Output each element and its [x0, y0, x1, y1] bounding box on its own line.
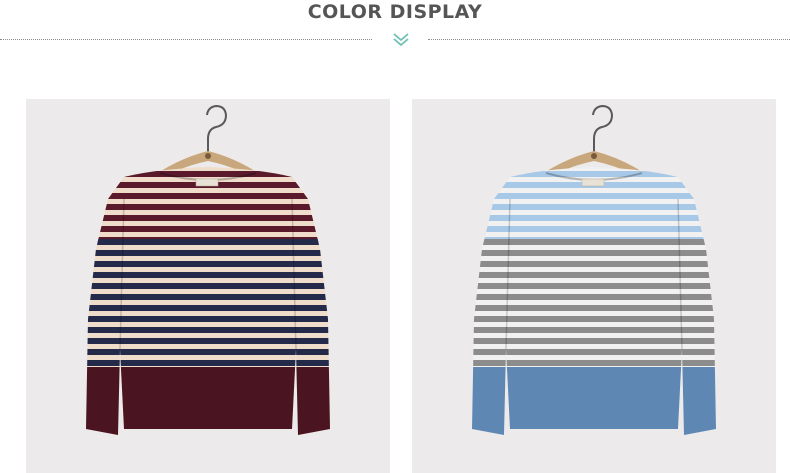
product-photo-burgundy[interactable]	[26, 99, 390, 473]
left-dotted-divider	[0, 39, 372, 40]
right-dotted-divider	[428, 39, 790, 40]
sweater-image	[472, 104, 716, 435]
product-photo-blue[interactable]	[412, 99, 776, 473]
chevron-down-icon	[393, 33, 409, 47]
section-title: COLOR DISPLAY	[307, 1, 483, 23]
sweater-image	[86, 104, 330, 435]
